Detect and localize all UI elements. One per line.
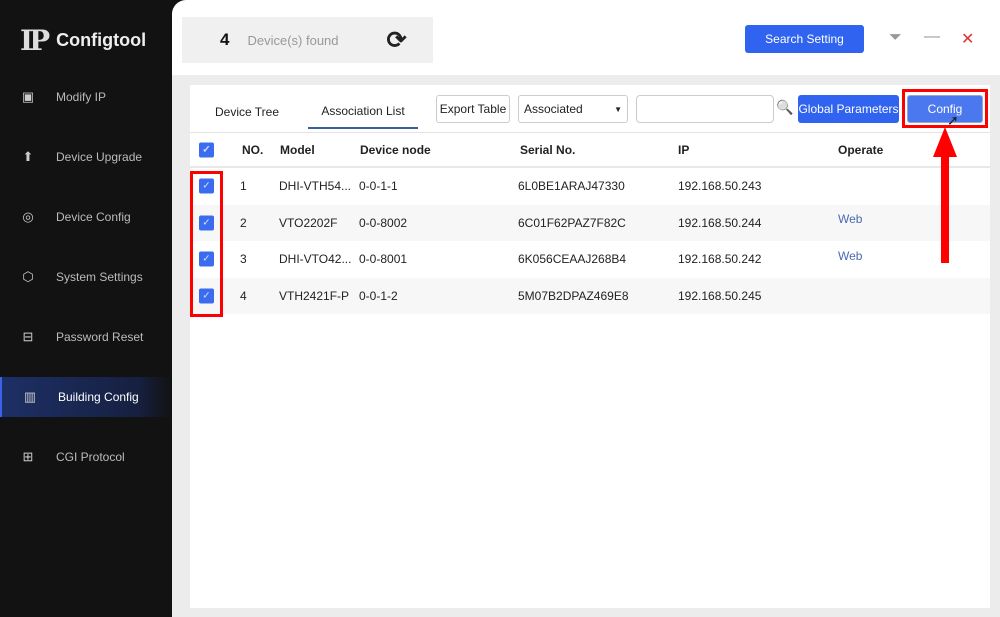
row-ip: 192.168.50.243 [678,179,762,194]
select-all-checkbox[interactable]: ✓ [199,142,214,157]
sidebar-item-label: System Settings [56,270,143,284]
row-model: DHI-VTH54... [279,179,352,194]
row-device-node: 0-0-8002 [359,215,408,230]
global-parameters-button[interactable]: Global Parameters [798,95,899,123]
row-serial: 6K056CEAAJ268B4 [518,252,627,267]
table-header: ✓ NO. Model Device node Serial No. IP Op… [190,132,990,168]
row-serial: 6L0BE1ARAJ47330 [518,179,625,194]
config-highlight-annotation [902,89,988,128]
association-filter-select[interactable]: Associated ▼ [518,95,628,123]
row-device-node: 0-0-8001 [359,252,408,267]
col-ip: IP [678,142,690,157]
row-no: 3 [240,252,247,267]
row-ip: 192.168.50.242 [678,252,762,267]
web-link[interactable]: Web [838,249,862,263]
gear-icon: ⬡ [22,269,34,284]
sidebar-item-label: Password Reset [56,330,144,344]
row-no: 4 [240,288,247,303]
ip-icon: ▣ [21,89,35,104]
col-device-node: Device node [360,142,431,157]
row-no: 1 [240,179,247,194]
upload-icon: ⬆ [22,149,34,164]
row-model: VTH2421F-P [279,288,350,303]
grid-icon: ⊞ [22,449,34,464]
device-count-box: 4 Device(s) found ⟳ [182,17,433,63]
filter-icon[interactable]: ⏷ [889,29,902,47]
sidebar-item-building-config[interactable]: ▥ Building Config [0,377,172,417]
table-row[interactable]: ✓ 1 DHI-VTH54... 0-0-1-1 6L0BE1ARAJ47330… [190,168,990,205]
building-icon: ▥ [23,389,37,404]
row-serial: 5M07B2DPAZ469E8 [518,288,629,303]
association-card: Device Tree Association List Export Tabl… [190,85,990,608]
logo-mark: IP [20,24,50,57]
chevron-down-icon: ▼ [614,104,622,114]
filter-select-value: Associated [524,102,583,116]
sidebar-item-device-config[interactable]: ◎ Device Config [0,197,172,237]
sidebar-item-password-reset[interactable]: ⊟ Password Reset [0,317,172,357]
sidebar-item-label: Device Upgrade [56,150,143,164]
sidebar-item-device-upgrade[interactable]: ⬆ Device Upgrade [0,137,172,177]
lock-icon: ⊟ [22,329,34,344]
sidebar-item-system-settings[interactable]: ⬡ System Settings [0,257,172,297]
row-ip: 192.168.50.245 [678,288,762,303]
row-ip: 192.168.50.244 [678,215,762,230]
arrow-annotation [933,127,957,263]
table-row[interactable]: ✓ 3 DHI-VTO42... 0-0-8001 6K056CEAAJ268B… [190,241,990,278]
row-serial: 6C01F62PAZ7F82C [518,215,626,230]
row-device-node: 0-0-1-2 [359,288,398,303]
sidebar-item-label: Device Config [56,210,131,224]
col-no: NO. [242,142,264,157]
search-icon[interactable]: 🔍 [776,99,793,116]
search-input[interactable] [636,95,774,123]
minimize-button[interactable]: — [924,28,940,46]
search-setting-button[interactable]: Search Setting [745,25,864,53]
checkbox-highlight-annotation [190,171,223,317]
row-model: DHI-VTO42... [279,252,352,267]
device-count: 4 [220,30,230,49]
sidebar-item-label: Modify IP [56,90,107,104]
app-title: Configtool [56,30,147,50]
sidebar-item-cgi-protocol[interactable]: ⊞ CGI Protocol [0,437,172,477]
sidebar-item-modify-ip[interactable]: ▣ Modify IP [0,77,172,117]
app-logo: IP Configtool [20,24,146,57]
col-serial: Serial No. [520,142,576,157]
web-link[interactable]: Web [838,212,862,226]
main-area: 4 Device(s) found ⟳ Search Setting ⏷ — ✕… [172,0,1000,617]
device-count-label: Device(s) found [247,32,339,48]
content-panel: Device Tree Association List Export Tabl… [172,75,1000,617]
table-row[interactable]: ✓ 4 VTH2421F-P 0-0-1-2 5M07B2DPAZ469E8 1… [190,277,990,314]
sidebar-item-label: Building Config [58,390,139,404]
row-model: VTO2202F [279,215,338,230]
row-no: 2 [240,215,247,230]
tab-association-list[interactable]: Association List [308,95,418,129]
mouse-cursor-icon: ➚ [947,112,959,128]
export-table-button[interactable]: Export Table [436,95,510,123]
col-operate: Operate [838,142,884,157]
close-button[interactable]: ✕ [961,29,974,49]
target-icon: ◎ [22,209,34,224]
col-model: Model [280,142,315,157]
refresh-icon[interactable]: ⟳ [387,26,407,55]
sidebar: IP Configtool ▣ Modify IP ⬆ Device Upgrade ◎… [0,0,172,617]
tab-device-tree[interactable]: Device Tree [215,95,279,129]
sidebar-item-label: CGI Protocol [56,450,125,464]
row-device-node: 0-0-1-1 [359,179,398,194]
table-row[interactable]: ✓ 2 VTO2202F 0-0-8002 6C01F62PAZ7F82C 19… [190,204,990,241]
